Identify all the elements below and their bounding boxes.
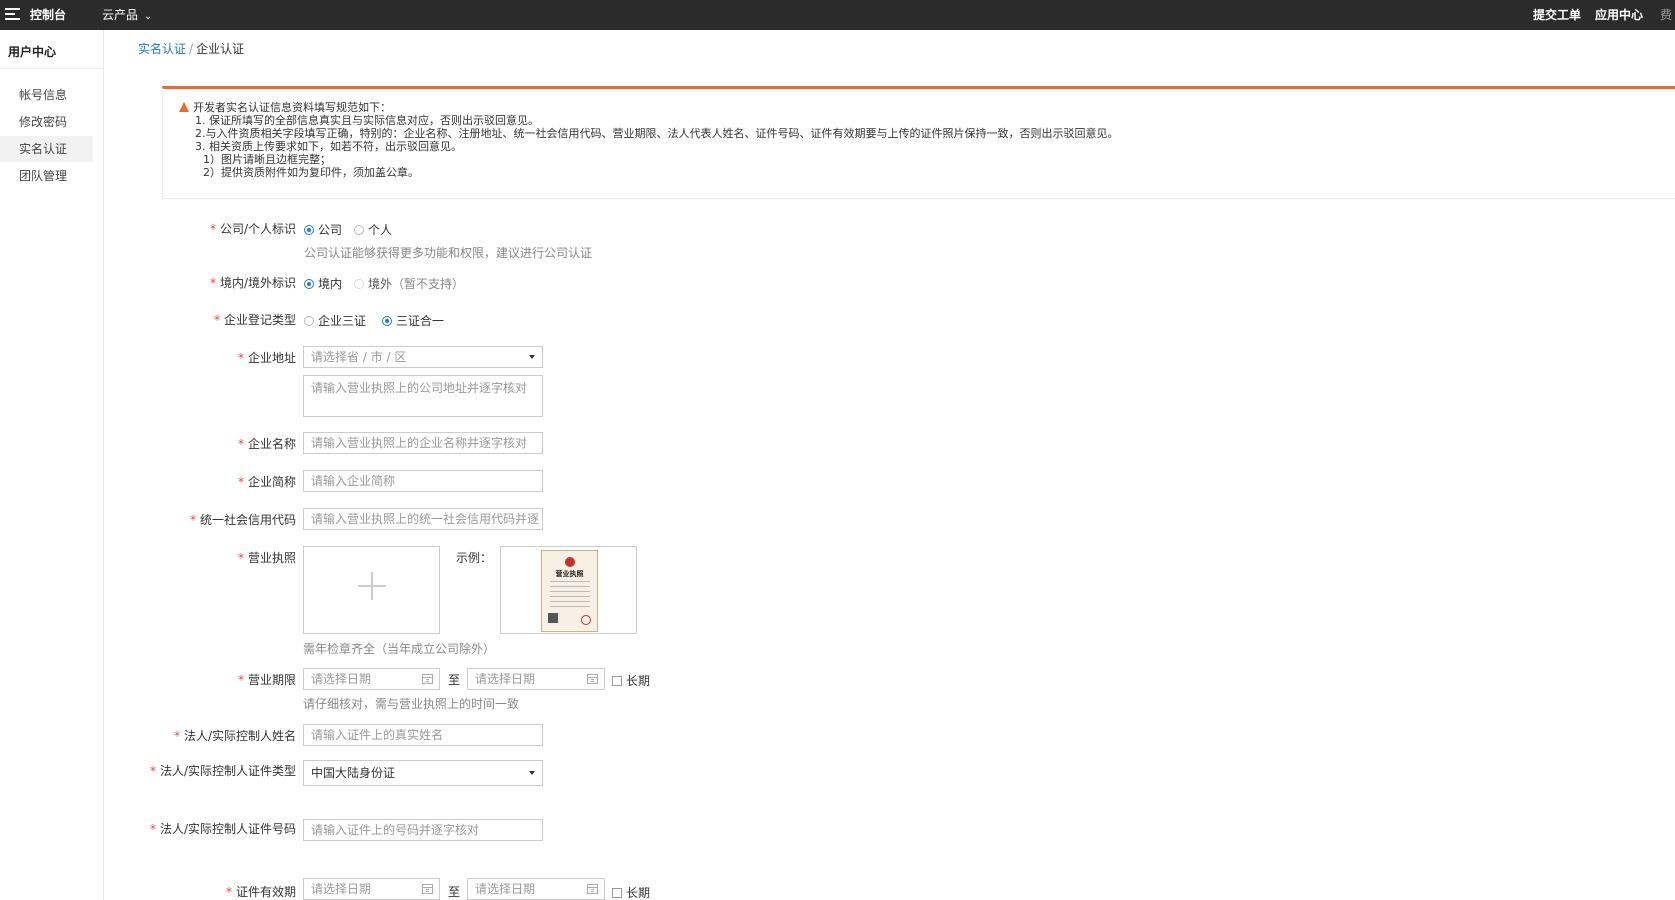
cut-off-link[interactable]: 费 — [1660, 6, 1672, 23]
menu-icon[interactable] — [5, 8, 20, 21]
legal-name-input[interactable]: 请输入证件上的真实姓名 — [303, 724, 543, 746]
stamp-icon — [581, 615, 591, 625]
notice-line: 2.与入件资质相关字段填写正确，特别的：企业名称、注册地址、统一社会信用代码、营… — [195, 127, 1119, 140]
notice-line: 1. 保证所填写的全部信息真实且与实际信息对应，否则出示驳回意见。 — [195, 114, 539, 127]
sidebar-item-team[interactable]: 团队管理 — [0, 163, 93, 189]
license-help: 需年检章齐全（当年成立公司除外） — [303, 642, 496, 656]
region-radio-overseas: 境外 （暂不支持） — [354, 275, 464, 292]
products-label: 云产品 — [102, 8, 139, 22]
business-term-to: 至 — [448, 673, 461, 687]
id-number-input[interactable]: 请输入证件上的号码并逐字核对 — [303, 819, 543, 841]
legal-name-label: * 法人/实际控制人姓名 — [173, 729, 296, 743]
id-validity-end-date[interactable]: 请选择日期 — [467, 878, 605, 900]
license-upload[interactable] — [303, 546, 440, 634]
sidebar-divider — [0, 68, 104, 69]
id-number-label: * 法人/实际控制人证件号码 — [149, 822, 296, 836]
reg-type-radio-group: 企业三证 三证合一 — [304, 312, 456, 329]
reg-type-radio-unified[interactable]: 三证合一 — [382, 312, 444, 329]
reg-type-label: * 企业登记类型 — [213, 313, 296, 327]
notice-line: 2）提供资质附件如为复印件，须加盖公章。 — [203, 166, 419, 179]
caret-down-icon — [529, 771, 535, 775]
notice-heading: 开发者实名认证信息资料填写规范如下： — [179, 101, 1659, 114]
short-name-input[interactable]: 请输入企业简称 — [303, 470, 543, 492]
license-example: 营业执照 — [500, 546, 637, 634]
region-radio-domestic[interactable]: 境内 — [304, 275, 342, 292]
region-label: * 境内/境外标识 — [209, 276, 296, 290]
license-example-title: 营业执照 — [555, 570, 584, 578]
submit-ticket-link[interactable]: 提交工单 — [1533, 6, 1581, 23]
breadcrumb-parent[interactable]: 实名认证 — [138, 42, 186, 56]
id-validity-start-date[interactable]: 请选择日期 — [303, 878, 440, 900]
id-type-label: * 法人/实际控制人证件类型 — [149, 764, 296, 778]
address-detail-input[interactable]: 请输入营业执照上的公司地址并逐字核对 — [303, 375, 543, 417]
notice-line: 3. 相关资质上传要求如下，如若不符，出示驳回意见。 — [195, 140, 462, 153]
identity-radio-company[interactable]: 公司 — [304, 221, 342, 238]
breadcrumb-separator: / — [189, 42, 194, 56]
qr-code-icon — [548, 613, 558, 623]
calendar-icon — [422, 674, 433, 684]
license-label: * 营业执照 — [237, 551, 296, 565]
notice-line: 1）图片请晰且边框完整； — [203, 153, 331, 166]
console-link[interactable]: 控制台 — [30, 6, 66, 23]
business-term-help: 请仔细核对，需与营业执照上的时间一致 — [303, 697, 520, 711]
id-validity-to: 至 — [448, 885, 461, 899]
business-term-end-date[interactable]: 请选择日期 — [467, 668, 605, 690]
reg-type-radio-three[interactable]: 企业三证 — [304, 312, 366, 329]
sidebar-item-account-info[interactable]: 帐号信息 — [0, 82, 93, 108]
business-term-start-date[interactable]: 请选择日期 — [303, 668, 440, 690]
id-validity-label: * 证件有效期 — [225, 885, 296, 899]
app-center-link[interactable]: 应用中心 — [1595, 6, 1643, 23]
calendar-icon — [587, 674, 598, 684]
notice-panel: 开发者实名认证信息资料填写规范如下： 1. 保证所填写的全部信息真实且与实际信息… — [162, 86, 1675, 199]
region-select[interactable]: 请选择省 / 市 / 区 — [303, 346, 543, 368]
identity-help: 公司认证能够获得更多功能和权限，建议进行公司认证 — [304, 246, 593, 260]
products-menu[interactable]: 云产品 ⌄ — [102, 6, 152, 23]
credit-code-label: * 统一社会信用代码 — [189, 513, 296, 527]
breadcrumb-current: 企业认证 — [196, 42, 245, 56]
caret-down-icon — [529, 355, 535, 359]
calendar-icon — [422, 884, 433, 894]
seal-icon — [565, 557, 575, 567]
identity-label: * 公司/个人标识 — [209, 222, 296, 236]
top-bar: 控制台 云产品 ⌄ 提交工单 应用中心 费 — [0, 0, 1675, 30]
sidebar-item-change-password[interactable]: 修改密码 — [0, 109, 93, 135]
sidebar-item-real-name[interactable]: 实名认证 — [0, 136, 93, 162]
identity-radio-personal[interactable]: 个人 — [354, 221, 392, 238]
short-name-label: * 企业简称 — [237, 475, 296, 489]
address-label: * 企业地址 — [237, 351, 296, 365]
company-name-label: * 企业名称 — [237, 437, 296, 451]
id-validity-long-checkbox[interactable]: 长期 — [612, 884, 650, 900]
id-type-select[interactable]: 中国大陆身份证 — [303, 760, 543, 786]
breadcrumb: 实名认证 / 企业认证 — [138, 40, 244, 57]
chevron-down-icon: ⌄ — [144, 11, 153, 22]
plus-icon — [358, 572, 386, 600]
credit-code-input[interactable]: 请输入营业执照上的统一社会信用代码并逐 — [303, 508, 543, 530]
identity-radio-group: 公司 个人 — [304, 221, 404, 238]
example-label: 示例： — [456, 551, 493, 565]
license-example-image: 营业执照 — [541, 550, 598, 632]
calendar-icon — [587, 884, 598, 894]
business-term-long-checkbox[interactable]: 长期 — [612, 672, 650, 689]
company-name-input[interactable]: 请输入营业执照上的企业名称并逐字核对 — [303, 432, 543, 454]
business-term-label: * 营业期限 — [237, 673, 296, 687]
warning-icon — [179, 102, 189, 112]
sidebar-title: 用户中心 — [8, 45, 57, 59]
sidebar: 用户中心 帐号信息 修改密码 实名认证 团队管理 — [0, 30, 104, 900]
region-radio-group: 境内 境外 （暂不支持） — [304, 275, 476, 292]
